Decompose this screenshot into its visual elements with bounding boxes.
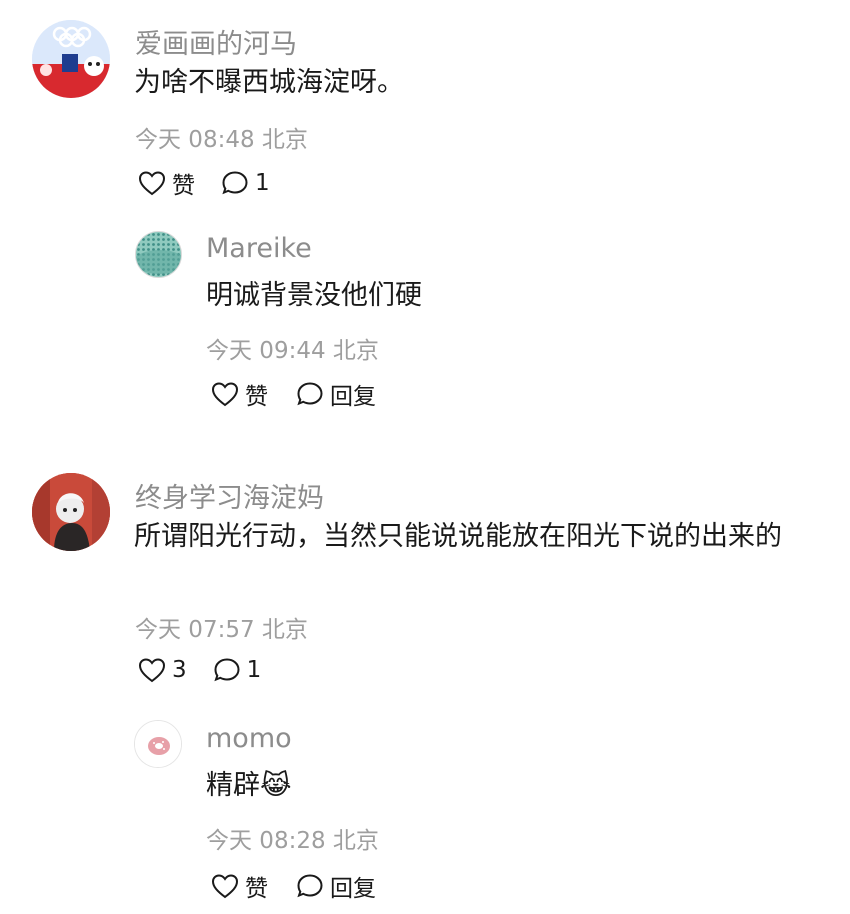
like-button[interactable]: 3 — [138, 657, 187, 683]
comment-time: 今天 08:48 北京 — [135, 127, 308, 153]
heart-icon — [138, 658, 166, 683]
comment-text: 所谓阳光行动，当然只能说说能放在阳光下说的出来的 — [134, 521, 782, 552]
green-pattern-avatar-icon — [136, 232, 181, 277]
reply-item: momo 精辟😹 今天 08:28 北京 赞 回复 — [0, 705, 850, 914]
reply-button[interactable]: 回复 — [296, 869, 376, 903]
username[interactable]: momo — [206, 723, 292, 754]
like-count: 3 — [172, 657, 187, 683]
reply-text: 明诚背景没他们硬 — [206, 280, 422, 311]
comment-bubble-icon — [297, 874, 323, 898]
user-avatar[interactable] — [32, 20, 110, 98]
comment-time: 今天 07:57 北京 — [135, 617, 308, 643]
comment-actions: 赞 1 — [138, 166, 270, 200]
username[interactable]: Mareike — [206, 233, 312, 264]
heart-icon — [138, 171, 166, 196]
like-button[interactable]: 赞 — [211, 377, 268, 411]
reply-label: 回复 — [330, 876, 376, 902]
reply-actions: 赞 回复 — [211, 377, 376, 411]
heart-icon — [211, 382, 239, 407]
like-button[interactable]: 赞 — [138, 166, 195, 200]
like-label: 赞 — [245, 876, 268, 902]
comment-text: 为啥不曝西城海淀呀。 — [134, 67, 404, 98]
reply-label: 回复 — [330, 384, 376, 410]
reply-button[interactable]: 1 — [221, 170, 270, 196]
comment-bubble-icon — [214, 658, 240, 682]
comment-item: 爱画画的河马 为啥不曝西城海淀呀。 今天 08:48 北京 赞 1 — [0, 0, 850, 215]
reply-button[interactable]: 1 — [213, 657, 262, 683]
reply-text: 精辟😹 — [206, 770, 292, 801]
like-label: 赞 — [245, 384, 268, 410]
donut-avatar-icon — [135, 721, 181, 767]
character-avatar-icon — [32, 473, 110, 551]
reply-time: 今天 08:28 北京 — [206, 828, 379, 854]
reply-button[interactable]: 回复 — [296, 377, 376, 411]
olympic-mascot-avatar-icon — [32, 20, 110, 98]
reply-item: Mareike 明诚背景没他们硬 今天 09:44 北京 赞 回复 — [0, 215, 850, 425]
reply-time: 今天 09:44 北京 — [206, 338, 379, 364]
username[interactable]: 终身学习海淀妈 — [135, 476, 324, 515]
user-avatar[interactable] — [32, 473, 110, 551]
reply-actions: 赞 回复 — [211, 869, 376, 903]
like-label: 赞 — [172, 173, 195, 199]
comment-actions: 3 1 — [138, 657, 261, 683]
comment-bubble-icon — [297, 382, 323, 406]
username[interactable]: 爱画画的河马 — [135, 22, 297, 61]
comment-bubble-icon — [222, 171, 248, 195]
user-avatar[interactable] — [134, 720, 182, 768]
reply-count: 1 — [246, 657, 262, 683]
comment-item: 终身学习海淀妈 所谓阳光行动，当然只能说说能放在阳光下说的出来的 今天 07:5… — [0, 460, 850, 705]
like-button[interactable]: 赞 — [211, 869, 268, 903]
user-avatar[interactable] — [135, 231, 182, 278]
reply-count: 1 — [255, 170, 270, 196]
heart-icon — [211, 874, 239, 899]
